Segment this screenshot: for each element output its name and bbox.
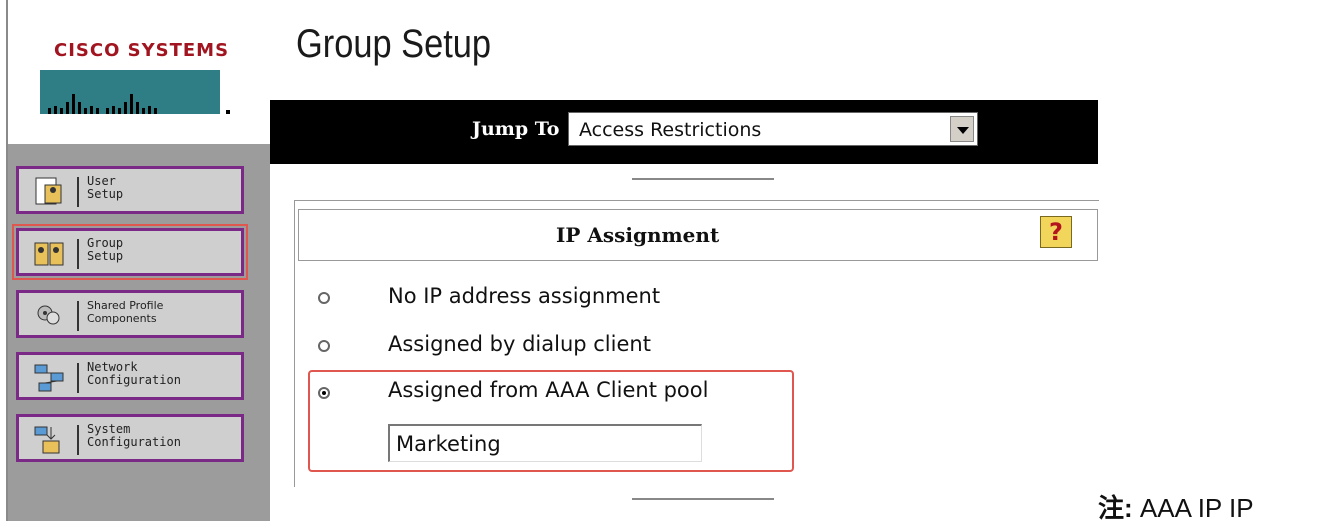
section-title: IP Assignment bbox=[556, 223, 720, 247]
radio-no-ip-assignment[interactable] bbox=[318, 292, 330, 304]
sidebar-item-system-configuration[interactable]: System Configuration bbox=[16, 414, 244, 462]
separator bbox=[77, 239, 79, 269]
option-label: Assigned by dialup client bbox=[388, 332, 651, 356]
note-body: AAA IP IP bbox=[1132, 493, 1254, 523]
system-config-icon bbox=[34, 426, 60, 454]
option-label: No IP address assignment bbox=[388, 284, 661, 308]
network-config-icon bbox=[34, 364, 64, 392]
user-setup-icon bbox=[35, 177, 62, 205]
pool-name-input[interactable] bbox=[388, 424, 702, 462]
sidebar-item-group-setup[interactable]: Group Setup bbox=[12, 224, 248, 280]
radio-aaa-client-pool[interactable] bbox=[318, 387, 330, 399]
separator bbox=[77, 425, 79, 455]
option-label: Assigned from AAA Client pool bbox=[388, 378, 709, 402]
logo-bars-icon bbox=[40, 70, 230, 114]
jump-to-select[interactable]: Access Restrictions bbox=[568, 112, 978, 146]
chevron-down-icon[interactable] bbox=[950, 116, 974, 142]
cisco-logo: CISCO SYSTEMS bbox=[10, 0, 270, 140]
note-prefix: 注: bbox=[1098, 493, 1133, 523]
page-title: Group Setup bbox=[296, 22, 492, 66]
sidebar-item-label: Network Configuration bbox=[87, 360, 181, 387]
jump-to-selected-value: Access Restrictions bbox=[579, 119, 762, 141]
radio-dialup-client[interactable] bbox=[318, 340, 330, 352]
separator bbox=[77, 177, 79, 207]
logo-text: CISCO SYSTEMS bbox=[54, 40, 230, 61]
separator bbox=[77, 363, 79, 393]
sidebar-item-label: Shared Profile Components bbox=[87, 299, 164, 325]
jump-to-label: Jump To bbox=[472, 118, 560, 140]
sidebar-item-label: User Setup bbox=[87, 174, 124, 201]
separator bbox=[77, 301, 79, 331]
note-text: 注: AAA IP IP bbox=[1098, 488, 1254, 525]
help-icon[interactable]: ? bbox=[1040, 216, 1072, 248]
divider bbox=[632, 178, 774, 180]
sidebar-item-label: System Configuration bbox=[87, 422, 181, 449]
divider bbox=[632, 498, 774, 500]
sidebar-item-user-setup[interactable]: User Setup bbox=[16, 166, 244, 214]
sidebar: User Setup Group Setup Shared Profile Co… bbox=[8, 144, 270, 521]
shared-profile-icon bbox=[37, 305, 60, 325]
sidebar-item-shared-profile[interactable]: Shared Profile Components bbox=[16, 290, 244, 338]
sidebar-item-label: Group Setup bbox=[87, 236, 124, 263]
sidebar-item-network-configuration[interactable]: Network Configuration bbox=[16, 352, 244, 400]
group-setup-icon bbox=[34, 242, 64, 266]
